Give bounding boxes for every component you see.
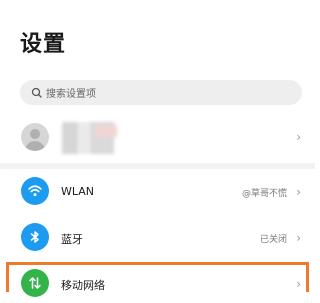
- chevron-right-icon: ›: [296, 277, 301, 291]
- search-input[interactable]: 搜索设置项: [20, 80, 302, 105]
- settings-item-label: 移动网络: [61, 279, 105, 292]
- mobile-network-icon: [21, 269, 49, 297]
- page-title: 设置: [20, 32, 67, 57]
- account-row[interactable]: ›: [0, 117, 315, 159]
- account-name-blurred-accent: [95, 125, 117, 137]
- settings-item-value: @草哥不慌: [241, 189, 287, 199]
- settings-item-label: WLAN: [61, 185, 95, 198]
- settings-item-mobile-network[interactable]: 移动网络 ›: [0, 265, 315, 303]
- settings-item-wlan[interactable]: WLAN @草哥不慌 ›: [0, 173, 315, 211]
- chevron-right-icon: ›: [296, 130, 301, 144]
- chevron-right-icon: ›: [296, 185, 301, 199]
- settings-item-bluetooth[interactable]: 蓝牙 已关闭 ›: [0, 219, 315, 257]
- settings-item-value: 已关闭: [259, 235, 287, 245]
- section-divider: [0, 163, 315, 169]
- bluetooth-icon: [21, 223, 49, 251]
- avatar: [21, 123, 49, 151]
- search-placeholder: 搜索设置项: [46, 89, 96, 100]
- wifi-icon: [21, 177, 49, 205]
- chevron-right-icon: ›: [296, 231, 301, 245]
- settings-item-label: 蓝牙: [61, 233, 83, 246]
- search-icon: [30, 86, 44, 100]
